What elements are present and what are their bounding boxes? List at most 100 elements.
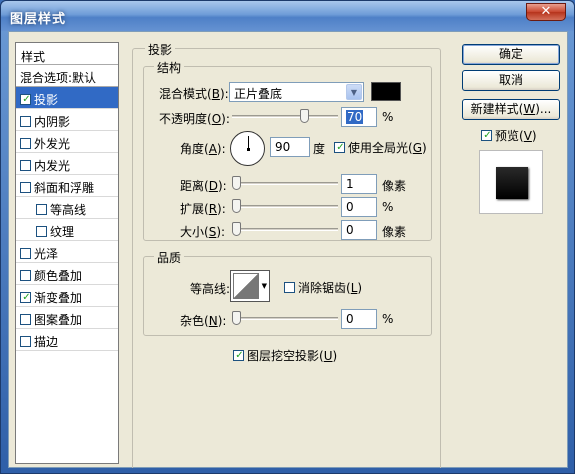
- close-button[interactable]: ✕: [526, 3, 566, 21]
- dialog-body: 样式 混合选项:默认 投影内阴影外发光内发光斜面和浮雕等高线纹理光泽颜色叠加渐变…: [8, 31, 568, 468]
- style-item-checkbox[interactable]: [20, 336, 31, 347]
- style-item-checkbox[interactable]: [20, 138, 31, 149]
- contour-picker[interactable]: ▼: [230, 270, 270, 302]
- distance-slider[interactable]: [232, 176, 338, 190]
- spread-slider-thumb[interactable]: [232, 199, 241, 213]
- opacity-slider[interactable]: [232, 109, 338, 123]
- blend-mode-select[interactable]: 正片叠底 ▼: [229, 82, 364, 102]
- style-item-checkbox[interactable]: [20, 314, 31, 325]
- blending-options-item[interactable]: 混合选项:默认: [16, 65, 118, 87]
- drop-shadow-title: 投影: [145, 41, 176, 58]
- distance-label: 距离(D):: [180, 179, 227, 193]
- preview-checkbox[interactable]: 预览(V): [481, 127, 537, 144]
- noise-slider[interactable]: [232, 311, 338, 325]
- style-item[interactable]: 等高线: [16, 197, 118, 219]
- window-title: 图层样式: [10, 12, 67, 27]
- style-item[interactable]: 纹理: [16, 219, 118, 241]
- style-item-checkbox[interactable]: [20, 292, 32, 303]
- style-item-label: 等高线: [50, 203, 87, 217]
- style-item[interactable]: 内阴影: [16, 109, 118, 131]
- close-icon: ✕: [540, 4, 552, 19]
- style-item-label: 斜面和浮雕: [34, 181, 95, 195]
- style-item-checkbox[interactable]: [36, 226, 47, 237]
- structure-group: 结构 混合模式(B): 正片叠底 ▼ 不透明度(O): 70 % 角度(A):: [143, 59, 432, 241]
- style-item-label: 内阴影: [34, 115, 71, 129]
- distance-unit: 像素: [382, 179, 407, 193]
- size-unit: 像素: [382, 225, 407, 239]
- style-item-checkbox[interactable]: [20, 248, 31, 259]
- global-light-check[interactable]: [334, 142, 346, 153]
- spread-input[interactable]: 0: [341, 197, 377, 217]
- quality-group: 品质 等高线: ▼ 消除锯齿(L) 杂色(N): 0 %: [143, 249, 432, 336]
- style-item-label: 纹理: [50, 225, 75, 239]
- new-style-button[interactable]: 新建样式(W)...: [462, 99, 560, 120]
- title-bar[interactable]: 图层样式 ✕: [1, 1, 574, 31]
- noise-input[interactable]: 0: [341, 309, 377, 329]
- style-item-label: 颜色叠加: [34, 269, 83, 283]
- opacity-unit: %: [382, 110, 394, 124]
- noise-slider-thumb[interactable]: [232, 311, 241, 325]
- size-slider[interactable]: [232, 222, 338, 236]
- antialias-check[interactable]: [284, 282, 295, 293]
- style-item[interactable]: 外发光: [16, 131, 118, 153]
- ok-button[interactable]: 确定: [462, 44, 560, 65]
- knockout-check[interactable]: [233, 350, 245, 361]
- preview-swatch: [496, 167, 528, 199]
- styles-list-header[interactable]: 样式: [16, 43, 118, 65]
- distance-input[interactable]: 1: [341, 174, 377, 194]
- noise-label: 杂色(N):: [180, 314, 227, 328]
- distance-slider-thumb[interactable]: [232, 176, 241, 190]
- layer-knocks-out-shadow-checkbox[interactable]: 图层挖空投影(U): [233, 347, 337, 364]
- shadow-color-swatch[interactable]: [371, 82, 401, 101]
- style-item-checkbox[interactable]: [20, 94, 32, 105]
- styles-list: 样式 混合选项:默认 投影内阴影外发光内发光斜面和浮雕等高线纹理光泽颜色叠加渐变…: [15, 42, 119, 464]
- opacity-slider-thumb[interactable]: [300, 109, 309, 123]
- size-input[interactable]: 0: [341, 220, 377, 240]
- style-item[interactable]: 内发光: [16, 153, 118, 175]
- angle-dial[interactable]: [230, 131, 265, 166]
- chevron-down-icon: ▼: [261, 282, 267, 290]
- style-item-label: 渐变叠加: [34, 291, 83, 305]
- cancel-button[interactable]: 取消: [462, 70, 560, 91]
- style-item-label: 图案叠加: [34, 313, 83, 327]
- spread-slider[interactable]: [232, 199, 338, 213]
- quality-title: 品质: [154, 249, 185, 266]
- spread-label: 扩展(R):: [180, 202, 226, 216]
- blend-mode-value: 正片叠底: [234, 87, 283, 101]
- opacity-input[interactable]: 70: [341, 107, 377, 127]
- layer-style-dialog: 图层样式 ✕ 样式 混合选项:默认 投影内阴影外发光内发光斜面和浮雕等高线纹理光…: [0, 0, 575, 474]
- opacity-label: 不透明度(O):: [159, 112, 230, 126]
- style-item[interactable]: 颜色叠加: [16, 263, 118, 285]
- preview-check[interactable]: [481, 130, 493, 141]
- style-item[interactable]: 光泽: [16, 241, 118, 263]
- style-item-checkbox[interactable]: [20, 116, 31, 127]
- antialias-checkbox[interactable]: 消除锯齿(L): [284, 279, 362, 296]
- size-slider-thumb[interactable]: [232, 222, 241, 236]
- angle-label: 角度(A):: [180, 142, 226, 156]
- style-item-label: 描边: [34, 335, 59, 349]
- style-item-checkbox[interactable]: [20, 160, 31, 171]
- style-item[interactable]: 渐变叠加: [16, 285, 118, 307]
- angle-unit: 度: [313, 142, 326, 156]
- contour-curve-icon: [233, 273, 259, 299]
- style-preview: [479, 150, 543, 214]
- style-item[interactable]: 图案叠加: [16, 307, 118, 329]
- angle-input[interactable]: 90: [270, 137, 310, 157]
- chevron-down-icon: ▼: [346, 84, 362, 100]
- spread-unit: %: [382, 200, 394, 214]
- structure-title: 结构: [154, 59, 185, 76]
- blend-mode-label: 混合模式(B):: [159, 87, 229, 101]
- style-item-label: 投影: [34, 93, 59, 107]
- noise-unit: %: [382, 312, 394, 326]
- style-item-checkbox[interactable]: [20, 270, 31, 281]
- style-item[interactable]: 投影: [16, 87, 118, 109]
- use-global-light-checkbox[interactable]: 使用全局光(G): [334, 139, 427, 156]
- style-item[interactable]: 描边: [16, 329, 118, 351]
- style-item-checkbox[interactable]: [36, 204, 47, 215]
- style-item-checkbox[interactable]: [20, 182, 31, 193]
- style-item-label: 光泽: [34, 247, 59, 261]
- style-item-label: 外发光: [34, 137, 71, 151]
- drop-shadow-group: 投影 结构 混合模式(B): 正片叠底 ▼ 不透明度(O): 70 % 角度(A…: [132, 41, 441, 468]
- style-item[interactable]: 斜面和浮雕: [16, 175, 118, 197]
- size-label: 大小(S):: [180, 225, 226, 239]
